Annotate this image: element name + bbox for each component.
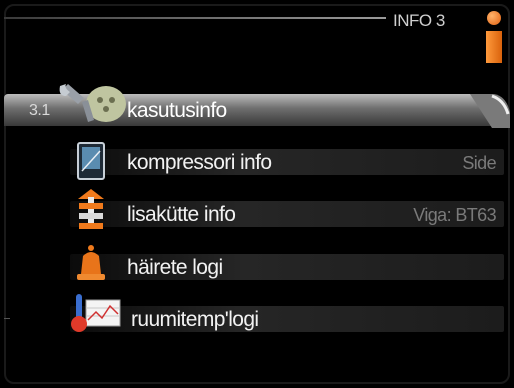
info-icon-stem: [486, 31, 502, 63]
menu-item-hairete-logi[interactable]: häirete logi: [10, 245, 504, 282]
menu-item-kompressori-info[interactable]: kompressori info Side: [10, 142, 504, 180]
temperature-log-icon: [71, 294, 121, 332]
menu-item-label: ruumitemp'logi: [131, 308, 259, 331]
menu-item-ruumitemp-logi[interactable]: ruumitemp'logi: [10, 294, 504, 334]
header-divider: [4, 17, 386, 19]
menu-item-value: Viga: BT63: [413, 205, 496, 225]
menu-item-number: 3.1: [29, 102, 50, 119]
menu-title: INFO 3: [393, 11, 445, 30]
menu-item-value: Side: [462, 153, 496, 173]
heater-icon: [78, 189, 104, 229]
alarm-bell-icon: [77, 245, 105, 280]
wrench-icon: [59, 84, 126, 122]
menu-item-kasutusinfo[interactable]: 3.1 kasutusinfo: [0, 84, 514, 128]
menu-item-lisakutte-info[interactable]: lisakütte info Viga: BT63: [10, 189, 504, 229]
edge-mark: [4, 318, 10, 319]
menu-item-label: häirete logi: [127, 256, 223, 279]
info-icon: [482, 9, 506, 65]
compressor-icon: [77, 142, 105, 180]
info-icon-dot: [487, 11, 501, 25]
menu-item-label: lisakütte info: [127, 203, 236, 226]
display-screen: INFO 3 3.1 kasutusinfo kompressori info …: [0, 0, 514, 388]
page-curl-icon: [470, 94, 510, 128]
menu-item-label: kasutusinfo: [127, 99, 227, 122]
menu-item-label: kompressori info: [127, 151, 272, 174]
